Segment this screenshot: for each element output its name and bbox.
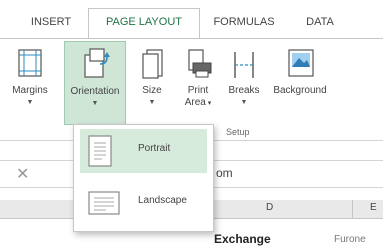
breaks-icon (232, 51, 256, 82)
formula-input[interactable]: om (216, 166, 233, 180)
size-label: Size (142, 85, 162, 96)
chevron-down-icon: ▼ (240, 99, 248, 106)
tab-page-layout[interactable]: PAGE LAYOUT (88, 8, 200, 39)
tab-insert[interactable]: INSERT (20, 10, 82, 38)
tab-formulas[interactable]: FORMULAS (204, 10, 284, 38)
chevron-down-icon: ▼ (91, 100, 99, 107)
breaks-label: Breaks (228, 85, 260, 96)
margins-label: Margins (12, 85, 48, 96)
column-header-d[interactable]: D (266, 202, 273, 213)
background-button[interactable]: Background (268, 43, 332, 123)
size-button[interactable]: Size ▼ (132, 43, 172, 123)
menu-item-landscape[interactable]: Landscape (80, 181, 207, 225)
cell-e-text[interactable]: Furone (334, 234, 366, 245)
ribbon-page-setup: Margins ▼ Orientation ▼ Size ▼ Print Are… (0, 38, 383, 137)
chevron-down-icon: ▼ (26, 99, 34, 106)
print-area-label-line2: Area ▾ (184, 97, 212, 108)
landscape-page-icon (88, 191, 120, 220)
margins-icon (18, 49, 42, 80)
breaks-button[interactable]: Breaks ▼ (224, 43, 264, 123)
tab-data[interactable]: DATA (290, 10, 350, 38)
landscape-label: Landscape (138, 195, 187, 206)
print-area-button[interactable]: Print Area ▾ (176, 43, 220, 135)
size-icon (142, 49, 164, 82)
portrait-page-icon (88, 135, 112, 172)
orientation-icon (84, 48, 110, 81)
portrait-label: Portrait (138, 143, 171, 154)
print-area-label-line1: Print (187, 85, 209, 96)
orientation-button[interactable]: Orientation ▼ (64, 41, 126, 125)
background-label: Background (273, 85, 327, 96)
ribbon-tabs: INSERT PAGE LAYOUT FORMULAS DATA (0, 0, 383, 39)
orientation-label: Orientation (70, 86, 120, 97)
background-icon (288, 49, 314, 80)
margins-button[interactable]: Margins ▼ (4, 43, 56, 123)
page-setup-group-label: Setup (226, 127, 250, 137)
column-divider (352, 200, 353, 218)
cell-d-text[interactable]: Exchange (214, 232, 271, 246)
orientation-menu: Portrait Landscape (73, 124, 214, 232)
menu-item-portrait[interactable]: Portrait (80, 129, 207, 173)
chevron-down-icon: ▼ (148, 99, 156, 106)
print-area-icon (186, 49, 212, 82)
column-header-e[interactable]: E (370, 202, 377, 213)
cancel-formula-icon[interactable]: ✕ (16, 164, 29, 184)
